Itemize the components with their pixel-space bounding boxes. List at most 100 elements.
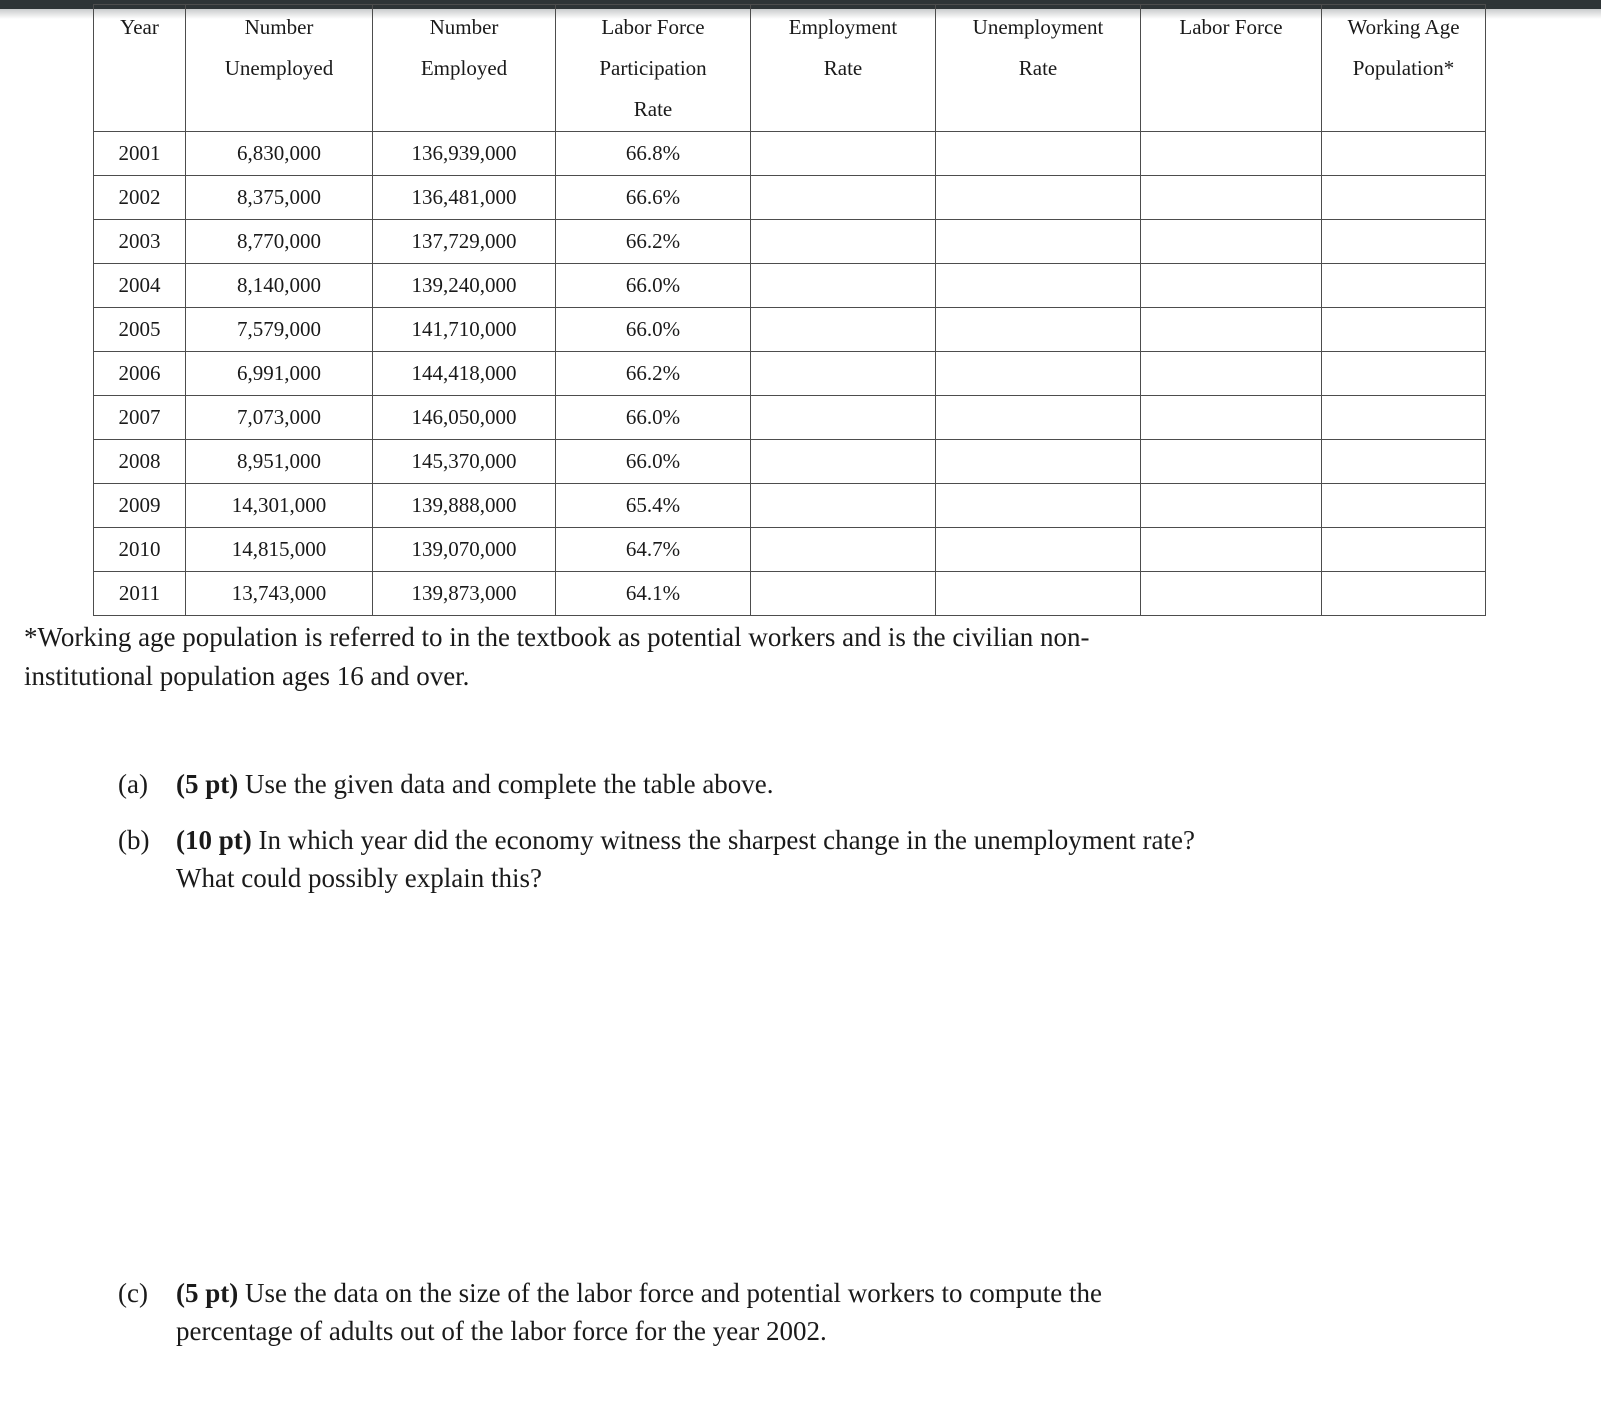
column-header-unemployment-rate: Unemployment Rate [935,4,1141,132]
cell-employment-rate[interactable] [750,131,936,176]
cell-employment-rate[interactable] [750,351,936,396]
question-c-line-2: percentage of adults out of the labor fo… [176,1316,827,1346]
cell-unemployment-rate[interactable] [935,307,1141,352]
cell-number-unemployed[interactable]: 7,579,000 [185,307,373,352]
cell-number-employed[interactable]: 136,481,000 [372,175,556,220]
column-header-line: Number [429,15,499,39]
cell-working-age-population[interactable] [1321,307,1486,352]
cell-unemployment-rate[interactable] [935,395,1141,440]
cell-number-unemployed[interactable]: 8,770,000 [185,219,373,264]
cell-working-age-population[interactable] [1321,351,1486,396]
cell-unemployment-rate[interactable] [935,483,1141,528]
cell-unemployment-rate[interactable] [935,219,1141,264]
cell-number-employed[interactable]: 139,888,000 [372,483,556,528]
cell-employment-rate[interactable] [750,527,936,572]
cell-number-unemployed[interactable]: 14,815,000 [185,527,373,572]
cell-labor-force[interactable] [1140,351,1322,396]
cell-lfpr[interactable]: 66.0% [555,439,751,484]
cell-year: 2011 [93,571,186,616]
cell-lfpr[interactable]: 66.0% [555,263,751,308]
cell-lfpr[interactable]: 66.0% [555,307,751,352]
cell-working-age-population[interactable] [1321,263,1486,308]
cell-number-employed[interactable]: 145,370,000 [372,439,556,484]
labor-force-statistics-table: Year Number Unemployed Number Employed Labor … [93,4,1486,616]
cell-year: 2006 [93,351,186,396]
cell-employment-rate[interactable] [750,263,936,308]
cell-number-unemployed[interactable]: 6,830,000 [185,131,373,176]
cell-labor-force[interactable] [1140,439,1322,484]
cell-number-employed[interactable]: 139,873,000 [372,571,556,616]
cell-lfpr[interactable]: 66.8% [555,131,751,176]
question-a-label: (a) [118,769,148,799]
column-header-line: Rate [633,97,673,121]
cell-unemployment-rate[interactable] [935,263,1141,308]
cell-working-age-population[interactable] [1321,395,1486,440]
column-header-line: Working Age [1347,15,1460,39]
cell-employment-rate[interactable] [750,483,936,528]
cell-labor-force[interactable] [1140,571,1322,616]
cell-number-unemployed[interactable]: 8,375,000 [185,175,373,220]
cell-lfpr[interactable]: 64.1% [555,571,751,616]
question-c-text: Use the data on the size of the labor fo… [238,1278,1102,1308]
cell-number-employed[interactable]: 146,050,000 [372,395,556,440]
cell-lfpr[interactable]: 66.2% [555,351,751,396]
cell-unemployment-rate[interactable] [935,571,1141,616]
cell-working-age-population[interactable] [1321,131,1486,176]
cell-labor-force[interactable] [1140,527,1322,572]
cell-lfpr[interactable]: 66.0% [555,395,751,440]
cell-lfpr[interactable]: 66.2% [555,219,751,264]
cell-number-employed[interactable]: 136,939,000 [372,131,556,176]
cell-lfpr[interactable]: 64.7% [555,527,751,572]
column-header-line: Labor Force [601,15,705,39]
cell-number-employed[interactable]: 139,070,000 [372,527,556,572]
cell-unemployment-rate[interactable] [935,131,1141,176]
cell-labor-force[interactable] [1140,219,1322,264]
table-row: 2001 6,830,000 136,939,000 66.8% [93,131,1486,176]
cell-employment-rate[interactable] [750,571,936,616]
cell-number-employed[interactable]: 139,240,000 [372,263,556,308]
cell-working-age-population[interactable] [1321,483,1486,528]
cell-unemployment-rate[interactable] [935,351,1141,396]
cell-number-employed[interactable]: 137,729,000 [372,219,556,264]
cell-employment-rate[interactable] [750,219,936,264]
column-header-line: Labor Force [1179,15,1283,39]
cell-year: 2002 [93,175,186,220]
cell-number-unemployed[interactable]: 8,140,000 [185,263,373,308]
cell-lfpr[interactable]: 66.6% [555,175,751,220]
cell-number-unemployed[interactable]: 6,991,000 [185,351,373,396]
cell-number-employed[interactable]: 144,418,000 [372,351,556,396]
column-header-line: Unemployment [972,15,1104,39]
cell-labor-force[interactable] [1140,263,1322,308]
cell-number-unemployed[interactable]: 8,951,000 [185,439,373,484]
cell-labor-force[interactable] [1140,395,1322,440]
cell-labor-force[interactable] [1140,483,1322,528]
cell-working-age-population[interactable] [1321,571,1486,616]
cell-unemployment-rate[interactable] [935,527,1141,572]
cell-labor-force[interactable] [1140,175,1322,220]
cell-employment-rate[interactable] [750,175,936,220]
cell-employment-rate[interactable] [750,307,936,352]
cell-unemployment-rate[interactable] [935,175,1141,220]
cell-number-unemployed[interactable]: 14,301,000 [185,483,373,528]
table-body: 2001 6,830,000 136,939,000 66.8% 2002 8,375,0… [93,131,1486,616]
column-header-line: Employment [788,15,898,39]
footnote-working-age-population: *Working age population is referred to i… [24,618,1583,696]
table-row: 2004 8,140,000 139,240,000 66.0% [93,263,1486,308]
cell-working-age-population[interactable] [1321,527,1486,572]
question-b-body: (10 pt) In which year did the economy wi… [176,821,1578,897]
cell-number-unemployed[interactable]: 7,073,000 [185,395,373,440]
cell-number-unemployed[interactable]: 13,743,000 [185,571,373,616]
cell-labor-force[interactable] [1140,307,1322,352]
table-row: 2003 8,770,000 137,729,000 66.2% [93,219,1486,264]
cell-number-employed[interactable]: 141,710,000 [372,307,556,352]
cell-labor-force[interactable] [1140,131,1322,176]
cell-unemployment-rate[interactable] [935,439,1141,484]
cell-employment-rate[interactable] [750,439,936,484]
table-row: 2009 14,301,000 139,888,000 65.4% [93,483,1486,528]
cell-working-age-population[interactable] [1321,219,1486,264]
cell-year: 2005 [93,307,186,352]
cell-working-age-population[interactable] [1321,439,1486,484]
cell-lfpr[interactable]: 65.4% [555,483,751,528]
cell-working-age-population[interactable] [1321,175,1486,220]
cell-employment-rate[interactable] [750,395,936,440]
